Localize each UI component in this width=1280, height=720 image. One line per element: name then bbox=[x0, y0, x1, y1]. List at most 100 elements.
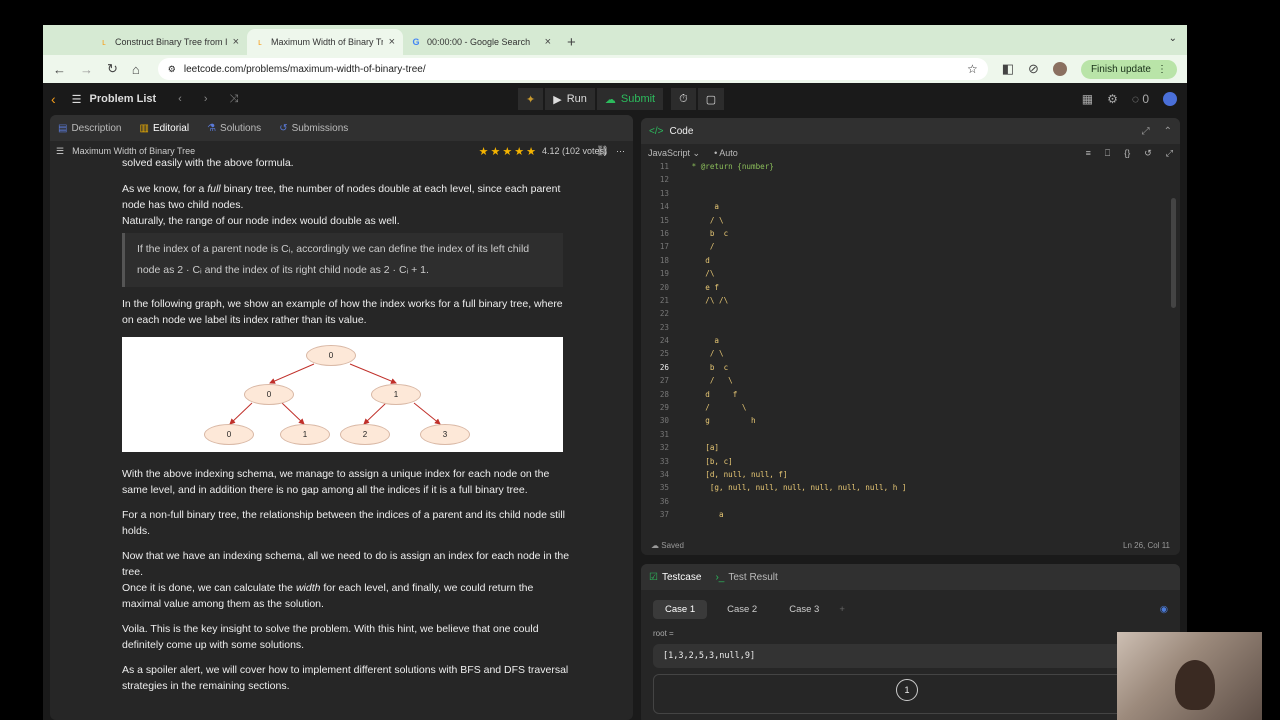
line-text: [b, c] bbox=[687, 456, 733, 466]
close-icon[interactable]: × bbox=[233, 36, 239, 48]
eye-icon[interactable]: ◉ bbox=[1160, 604, 1168, 615]
play-icon: ▶ bbox=[553, 93, 562, 106]
notes-icon[interactable]: ▢ bbox=[697, 88, 725, 110]
line-number: 33 bbox=[659, 456, 669, 466]
tab-submissions[interactable]: ↺ Submissions bbox=[279, 123, 348, 134]
line-number: 30 bbox=[659, 416, 669, 426]
tab-label: Solutions bbox=[220, 122, 262, 134]
tab-construct-binary-tree[interactable]: ʟ Construct Binary Tree from In × bbox=[91, 29, 247, 55]
close-icon[interactable]: × bbox=[545, 36, 551, 48]
line-number: 20 bbox=[659, 282, 669, 292]
index-tree-diagram: 0 0 1 0 1 2 3 bbox=[122, 337, 563, 452]
braces-icon[interactable]: {} bbox=[1124, 148, 1130, 158]
home-icon[interactable]: ⌂ bbox=[132, 62, 140, 77]
reset-icon[interactable]: ↺ bbox=[1144, 148, 1152, 159]
quote-line: node as 2 · Cᵢ and the index of its righ… bbox=[137, 264, 429, 276]
maximize-icon[interactable]: ⤢ bbox=[1142, 126, 1150, 137]
sync-icon[interactable]: ⊘ bbox=[1028, 61, 1039, 77]
tab-label: Description bbox=[71, 122, 122, 134]
shuffle-icon[interactable]: ⤨ bbox=[230, 93, 239, 106]
new-tab-button[interactable]: + bbox=[559, 34, 584, 55]
leetcode-icon: ʟ bbox=[102, 37, 106, 47]
leetcode-logo[interactable]: ‹ bbox=[51, 91, 56, 107]
line-number: 25 bbox=[659, 349, 669, 359]
submit-button[interactable]: ☁ Submit bbox=[596, 88, 664, 110]
tree-node: 0 bbox=[244, 384, 294, 405]
case-2-tab[interactable]: Case 2 bbox=[715, 600, 769, 619]
tab-test-result[interactable]: ›_ Test Result bbox=[715, 572, 777, 583]
toc-icon[interactable]: ☰ bbox=[56, 146, 64, 157]
editor-title: Code bbox=[669, 125, 694, 137]
prev-problem-icon[interactable]: ‹ bbox=[178, 93, 182, 105]
format-icon[interactable]: ≡ bbox=[1086, 148, 1091, 158]
problem-list-nav[interactable]: ☰ Problem List ‹ › ⤨ bbox=[72, 93, 239, 106]
layout-icon[interactable]: ▦ bbox=[1082, 92, 1093, 106]
finish-update-button[interactable]: Finish update ⋮ bbox=[1080, 59, 1177, 79]
fullscreen-icon[interactable]: ⤢ bbox=[1166, 148, 1173, 159]
line-text: d bbox=[687, 255, 710, 265]
tab-solutions[interactable]: ⚗ Solutions bbox=[207, 123, 261, 134]
case-3-tab[interactable]: Case 3 bbox=[777, 600, 831, 619]
reload-icon[interactable]: ↻ bbox=[107, 61, 118, 77]
tab-google-search[interactable]: G 00:00:00 - Google Search × bbox=[403, 29, 559, 55]
line-text: * @return {number} bbox=[687, 162, 774, 171]
bookmark-icon[interactable]: ⎕ bbox=[1105, 148, 1110, 159]
run-button[interactable]: ▶ Run bbox=[545, 88, 595, 110]
code-line: 35 [g, null, null, null, null, null, nul… bbox=[641, 483, 1180, 496]
line-text: [d, null, null, f] bbox=[687, 469, 788, 479]
language-select[interactable]: JavaScript ⌄ bbox=[648, 148, 700, 159]
next-problem-icon[interactable]: › bbox=[204, 93, 208, 105]
case-1-tab[interactable]: Case 1 bbox=[653, 600, 708, 619]
close-icon[interactable]: × bbox=[389, 36, 395, 48]
auto-mode-toggle[interactable]: • Auto bbox=[714, 148, 738, 158]
code-line: 14 a bbox=[641, 202, 1180, 215]
timer-icon[interactable]: ⏱ bbox=[671, 88, 696, 110]
collapse-icon[interactable]: ⌃ bbox=[1164, 126, 1172, 137]
line-number: 29 bbox=[659, 403, 669, 413]
chevron-down-icon: ⌄ bbox=[692, 147, 701, 158]
editorial-title: Maximum Width of Binary Tree bbox=[72, 146, 196, 156]
more-icon[interactable]: ⋯ bbox=[616, 146, 625, 157]
tab-editorial[interactable]: ▥ Editorial bbox=[139, 123, 189, 134]
tab-maximum-width[interactable]: ʟ Maximum Width of Binary Tre × bbox=[247, 29, 403, 55]
finish-update-label: Finish update bbox=[1090, 63, 1151, 75]
forward-icon[interactable]: → bbox=[80, 62, 93, 77]
line-text: /\ /\ bbox=[687, 295, 729, 305]
tree-node: 0 bbox=[306, 345, 356, 366]
tab-testcase[interactable]: ☑ Testcase bbox=[649, 572, 701, 583]
list-icon: ☰ bbox=[71, 93, 82, 106]
bookmark-star-icon[interactable]: ☆ bbox=[967, 62, 978, 76]
star-icon: ★ bbox=[514, 145, 525, 158]
line-text: / \ bbox=[687, 215, 724, 225]
streak-counter[interactable]: ◌ 0 bbox=[1132, 92, 1149, 106]
add-case-icon[interactable]: + bbox=[839, 604, 845, 615]
tree-node: 1 bbox=[280, 424, 330, 445]
person-silhouette bbox=[1175, 660, 1215, 710]
code-line: 11 * @return {number} bbox=[641, 162, 1180, 175]
avatar[interactable] bbox=[1052, 62, 1067, 76]
code-line: 27 / \ bbox=[641, 376, 1180, 389]
code-line: 36 bbox=[641, 497, 1180, 510]
rating[interactable]: ★ ★ ★ ★ ★ 4.12 (102 votes) bbox=[479, 145, 607, 158]
gear-icon[interactable]: ⚙ bbox=[1107, 92, 1118, 106]
cloud-upload-icon: ☁ bbox=[604, 93, 616, 106]
url-field[interactable]: ⚙ leetcode.com/problems/maximum-width-of… bbox=[157, 58, 988, 80]
scrollbar[interactable] bbox=[1171, 198, 1176, 308]
line-number: 19 bbox=[659, 269, 669, 279]
paragraph: As a spoiler alert, we will cover how to… bbox=[122, 664, 569, 692]
user-avatar[interactable] bbox=[1163, 92, 1177, 106]
code-line: 26 b c bbox=[641, 363, 1180, 376]
back-icon[interactable]: ← bbox=[53, 62, 66, 77]
extensions-icon[interactable]: ◧ bbox=[1002, 61, 1014, 77]
text-emphasis: full bbox=[207, 183, 221, 195]
site-info-icon[interactable]: ⚙ bbox=[168, 64, 176, 75]
line-number: 15 bbox=[659, 215, 669, 225]
chevron-down-icon[interactable]: ⌄ bbox=[1169, 33, 1177, 44]
code-line: 17 / bbox=[641, 242, 1180, 255]
root-input[interactable]: [1,3,2,5,3,null,9] bbox=[653, 644, 1168, 668]
link-icon[interactable]: ⛓ bbox=[596, 146, 609, 157]
tab-description[interactable]: ▤ Description bbox=[58, 123, 121, 134]
code-area[interactable]: 11 * @return {number} 12 13 14 a 15 / \ 16 b … bbox=[641, 162, 1180, 532]
debug-button[interactable]: ✦ bbox=[518, 88, 544, 110]
line-number: 36 bbox=[659, 496, 669, 506]
